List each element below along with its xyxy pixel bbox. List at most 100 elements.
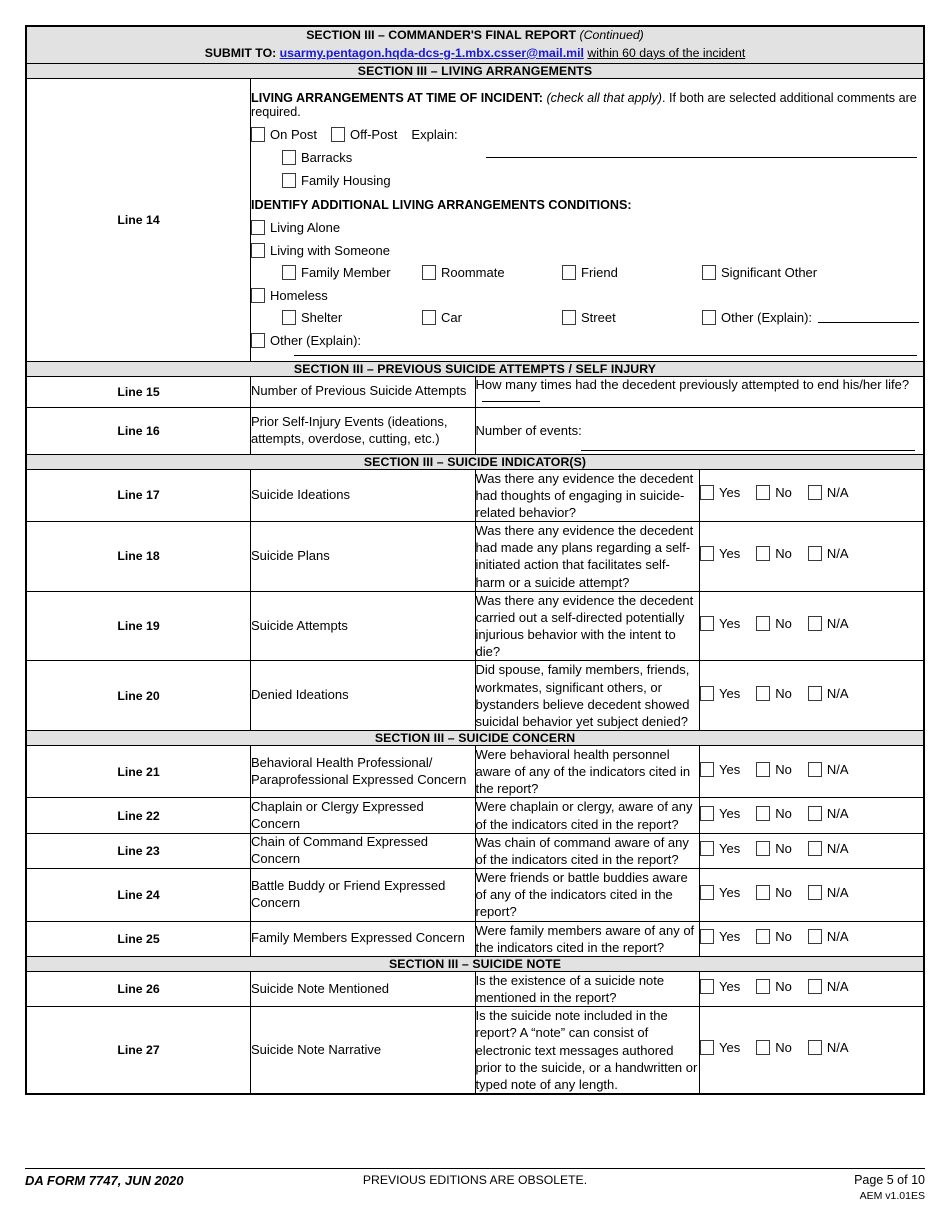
checkbox-shelter[interactable]: Shelter [282,310,422,326]
checkbox-icon[interactable] [282,265,296,281]
checkbox-roommate[interactable]: Roommate [422,265,562,281]
checkbox-icon[interactable] [330,127,345,143]
checkbox-na[interactable]: N/A [807,840,849,856]
checkbox-no[interactable]: No [756,485,792,501]
checkbox-icon[interactable] [807,485,822,501]
checkbox-icon[interactable] [282,173,296,189]
checkbox-icon[interactable] [422,265,436,281]
checkbox-icon[interactable] [251,220,265,236]
checkbox-no[interactable]: No [756,928,792,944]
line-16-answer-field[interactable] [580,449,915,451]
checkbox-yes[interactable]: Yes [700,485,740,501]
checkbox-icon[interactable] [807,1040,822,1056]
homeless-other-write-in[interactable] [818,312,919,324]
checkbox-no[interactable]: No [756,884,792,900]
checkbox-na[interactable]: N/A [807,546,849,562]
checkbox-icon[interactable] [807,928,822,944]
checkbox-car[interactable]: Car [422,310,562,326]
checkbox-na[interactable]: N/A [807,616,849,632]
checkbox-homeless-other[interactable]: Other (Explain): [702,310,923,326]
checkbox-friend[interactable]: Friend [562,265,702,281]
checkbox-yes[interactable]: Yes [700,884,740,900]
checkbox-family-member[interactable]: Family Member [282,265,422,281]
checkbox-icon[interactable] [700,485,714,501]
checkbox-na[interactable]: N/A [807,685,849,701]
checkbox-yes[interactable]: Yes [700,1040,740,1056]
checkbox-no[interactable]: No [756,616,792,632]
checkbox-icon[interactable] [700,616,714,632]
checkbox-icon[interactable] [251,127,265,143]
checkbox-icon[interactable] [700,761,714,777]
checkbox-yes[interactable]: Yes [700,979,740,995]
checkbox-icon[interactable] [807,840,822,856]
checkbox-other[interactable]: Other (Explain): [251,333,361,349]
checkbox-icon[interactable] [700,884,714,900]
checkbox-icon[interactable] [700,979,714,995]
checkbox-icon[interactable] [422,310,436,326]
checkbox-no[interactable]: No [756,685,792,701]
checkbox-icon[interactable] [756,546,771,562]
checkbox-yes[interactable]: Yes [700,546,740,562]
checkbox-yes[interactable]: Yes [700,761,740,777]
checkbox-icon[interactable] [807,979,822,995]
checkbox-icon[interactable] [756,840,771,856]
checkbox-na[interactable]: N/A [807,928,849,944]
checkbox-icon[interactable] [251,333,265,349]
checkbox-no[interactable]: No [756,761,792,777]
checkbox-barracks[interactable]: Barracks [282,150,352,166]
checkbox-no[interactable]: No [756,840,792,856]
checkbox-icon[interactable] [756,685,771,701]
checkbox-icon[interactable] [700,685,714,701]
checkbox-na[interactable]: N/A [807,884,849,900]
checkbox-living-with-someone[interactable]: Living with Someone [251,243,390,259]
checkbox-icon[interactable] [700,928,714,944]
checkbox-yes[interactable]: Yes [700,685,740,701]
checkbox-icon[interactable] [702,310,716,326]
checkbox-icon[interactable] [756,761,771,777]
checkbox-icon[interactable] [807,761,822,777]
checkbox-icon[interactable] [807,884,822,900]
checkbox-street[interactable]: Street [562,310,702,326]
checkbox-icon[interactable] [562,310,576,326]
checkbox-icon[interactable] [807,616,822,632]
checkbox-icon[interactable] [282,150,296,166]
checkbox-on-post[interactable]: On Post [251,127,317,143]
checkbox-yes[interactable]: Yes [700,616,740,632]
checkbox-icon[interactable] [756,884,771,900]
checkbox-no[interactable]: No [756,546,792,562]
checkbox-icon[interactable] [807,685,822,701]
submit-email-link[interactable]: usarmy.pentagon.hqda-dcs-g-1.mbx.csser@m… [280,46,584,60]
other-write-in-line[interactable] [294,354,917,356]
checkbox-no[interactable]: No [756,1040,792,1056]
checkbox-homeless[interactable]: Homeless [251,288,328,304]
checkbox-na[interactable]: N/A [807,979,849,995]
checkbox-yes[interactable]: Yes [700,805,740,821]
checkbox-off-post[interactable]: Off-Post [330,127,397,143]
checkbox-icon[interactable] [756,805,771,821]
checkbox-no[interactable]: No [756,805,792,821]
checkbox-family-housing[interactable]: Family Housing [282,173,391,189]
checkbox-icon[interactable] [807,805,822,821]
checkbox-na[interactable]: N/A [807,485,849,501]
explain-write-in-line[interactable] [486,156,917,158]
checkbox-icon[interactable] [756,485,771,501]
checkbox-icon[interactable] [700,805,714,821]
checkbox-icon[interactable] [700,546,714,562]
line-15-answer-field[interactable] [481,400,540,402]
checkbox-na[interactable]: N/A [807,761,849,777]
checkbox-icon[interactable] [282,310,296,326]
checkbox-living-alone[interactable]: Living Alone [251,220,340,236]
checkbox-icon[interactable] [700,1040,714,1056]
checkbox-icon[interactable] [700,840,714,856]
checkbox-icon[interactable] [251,288,265,304]
checkbox-yes[interactable]: Yes [700,928,740,944]
checkbox-icon[interactable] [702,265,716,281]
checkbox-icon[interactable] [756,616,771,632]
checkbox-icon[interactable] [562,265,576,281]
checkbox-no[interactable]: No [756,979,792,995]
checkbox-na[interactable]: N/A [807,805,849,821]
checkbox-significant-other[interactable]: Significant Other [702,265,842,281]
checkbox-na[interactable]: N/A [807,1040,849,1056]
checkbox-icon[interactable] [756,1040,771,1056]
checkbox-yes[interactable]: Yes [700,840,740,856]
